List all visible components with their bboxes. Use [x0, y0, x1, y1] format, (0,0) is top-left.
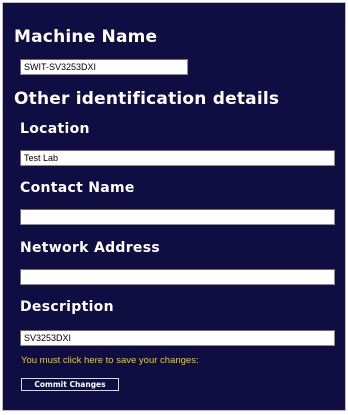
location-label: Location	[20, 121, 90, 137]
identification-panel: Machine Name Other identification detail…	[2, 2, 346, 411]
location-input[interactable]	[20, 150, 335, 166]
contact-name-label: Contact Name	[20, 180, 135, 196]
commit-changes-button[interactable]: Commit Changes	[21, 378, 119, 391]
network-address-input[interactable]	[20, 269, 335, 285]
description-input[interactable]	[20, 330, 335, 346]
network-address-label: Network Address	[20, 240, 160, 256]
save-hint-text: You must click here to save your changes…	[21, 355, 199, 366]
other-details-heading: Other identification details	[14, 89, 280, 109]
machine-name-input[interactable]	[20, 59, 188, 75]
machine-name-heading: Machine Name	[14, 27, 158, 47]
contact-name-input[interactable]	[20, 209, 335, 225]
description-label: Description	[20, 299, 114, 315]
